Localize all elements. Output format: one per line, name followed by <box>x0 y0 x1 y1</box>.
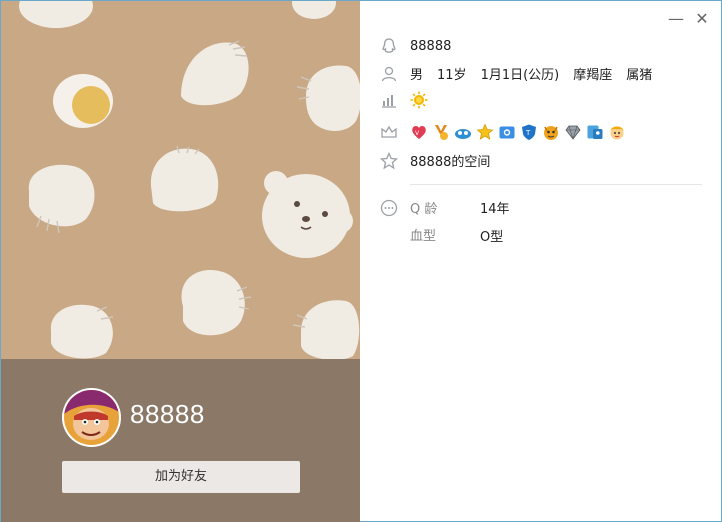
level-row <box>380 91 440 109</box>
vip-badge-icon[interactable] <box>432 123 450 141</box>
person-icon <box>380 65 398 83</box>
space-link[interactable]: 88888的空间 <box>410 151 490 170</box>
q-age-label: Q 龄 <box>410 202 438 217</box>
space-row: 88888的空间 <box>379 151 490 170</box>
badges-row: V T <box>380 123 626 141</box>
id-badge-icon[interactable] <box>586 123 604 141</box>
qq-penguin-icon <box>380 37 398 55</box>
heart-badge-icon[interactable]: V <box>410 123 428 141</box>
photo-badge-icon[interactable] <box>498 123 516 141</box>
star-badge-icon[interactable] <box>476 123 494 141</box>
gender: 男 <box>410 68 424 83</box>
q-age-value: 14年 <box>480 202 510 217</box>
profile-card-panel: 88888 加为好友 <box>1 1 360 522</box>
dumpling-pattern <box>19 1 360 359</box>
minimize-button[interactable]: — <box>668 11 684 27</box>
qq-number-row: 88888 <box>380 37 451 55</box>
chinese-zodiac: 属猪 <box>626 68 653 83</box>
birthday: 1月1日(公历) <box>480 68 560 83</box>
zodiac: 摩羯座 <box>573 68 613 83</box>
profile-summary: 88888 加为好友 <box>1 359 360 522</box>
ellipsis-circle-icon[interactable] <box>380 199 398 217</box>
divider <box>410 184 702 185</box>
pet-badge-icon[interactable] <box>542 123 560 141</box>
avatar-image <box>64 390 119 445</box>
add-friend-button[interactable]: 加为好友 <box>62 461 300 493</box>
profile-wallpaper <box>1 1 360 359</box>
sun-icon[interactable] <box>410 91 428 109</box>
svg-text:T: T <box>525 129 531 137</box>
personal-info-row: 男 11岁 1月1日(公历) 摩羯座 属猪 <box>380 64 666 83</box>
personal-info: 男 11岁 1月1日(公历) 摩羯座 属猪 <box>410 64 666 83</box>
blood-type-label: 血型 <box>410 229 437 244</box>
close-button[interactable]: ✕ <box>694 11 710 27</box>
shield-badge-icon[interactable]: T <box>520 123 538 141</box>
star-icon <box>379 151 399 170</box>
diamond-badge-icon[interactable] <box>564 123 582 141</box>
qq-number[interactable]: 88888 <box>410 39 451 54</box>
avatar[interactable] <box>62 388 121 447</box>
age: 11岁 <box>437 68 467 83</box>
blood-type-value: O型 <box>480 230 504 245</box>
profile-details-panel: — ✕ 88888 男 11岁 1月1日(公历) 摩羯座 属猪 V T 8888… <box>360 1 722 522</box>
crown-icon <box>380 123 398 141</box>
nickname: 88888 <box>130 399 205 429</box>
weiyun-badge-icon[interactable] <box>454 123 472 141</box>
profile-window: 88888 加为好友 — ✕ 88888 男 11岁 1月1日(公历) 摩羯座 属猪 <box>0 0 722 522</box>
kid-badge-icon[interactable] <box>608 123 626 141</box>
badge-list: V T <box>410 123 626 141</box>
level-chart-icon <box>380 91 398 109</box>
